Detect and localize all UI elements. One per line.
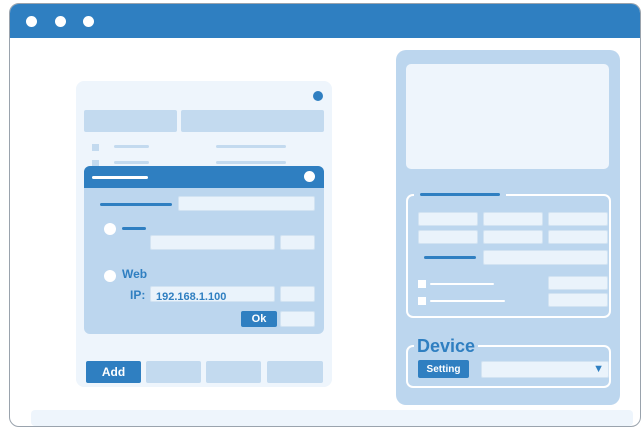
option-label <box>122 227 146 230</box>
dialog-titlebar <box>84 166 324 188</box>
grid-cell[interactable] <box>418 230 478 244</box>
grid-cell[interactable] <box>483 230 543 244</box>
toolbar-button[interactable] <box>206 361 261 383</box>
ip-label: IP: <box>130 288 146 302</box>
settings-field[interactable] <box>548 276 608 290</box>
section-label <box>100 203 172 206</box>
settings-field[interactable] <box>548 293 608 307</box>
settings-group-title-line <box>420 193 500 196</box>
status-bar <box>31 410 633 426</box>
setting-button[interactable]: Setting <box>418 360 469 378</box>
settings-checkbox-label <box>430 300 505 302</box>
cancel-field[interactable] <box>280 311 315 327</box>
ip-field-small[interactable] <box>280 286 315 302</box>
window-control-dot[interactable] <box>26 16 37 27</box>
list-item-text <box>216 145 286 148</box>
add-button[interactable]: Add <box>86 361 141 383</box>
grid-cell[interactable] <box>548 230 608 244</box>
list-item-text <box>216 161 286 164</box>
option-field[interactable] <box>150 235 275 250</box>
settings-checkbox[interactable] <box>418 297 426 305</box>
grid-cell[interactable] <box>548 212 608 226</box>
dialog-close-icon[interactable] <box>304 171 315 182</box>
name-field[interactable] <box>178 196 315 211</box>
toolbar-button[interactable] <box>146 361 201 383</box>
right-panel: Device Setting ▼ <box>396 50 620 405</box>
settings-checkbox[interactable] <box>418 280 426 288</box>
title-bar <box>10 4 640 38</box>
dialog-title <box>92 176 148 179</box>
tab-header-1[interactable] <box>84 110 177 132</box>
ip-input[interactable]: 192.168.1.100 <box>150 286 275 303</box>
settings-group-title <box>414 191 506 197</box>
option-radio[interactable] <box>104 223 116 235</box>
network-dialog: Web IP: 192.168.1.100 Ok <box>84 166 324 334</box>
settings-row-field[interactable] <box>483 250 608 265</box>
device-group-title: Device <box>414 336 479 356</box>
chevron-down-icon: ▼ <box>593 363 604 375</box>
option-field-small[interactable] <box>280 235 315 250</box>
ip-value: 192.168.1.100 <box>156 291 227 303</box>
list-checkbox[interactable] <box>92 144 99 151</box>
list-item-text <box>114 161 149 164</box>
window-control-dot[interactable] <box>55 16 66 27</box>
grid-cell[interactable] <box>418 212 478 226</box>
preview-area <box>406 64 609 169</box>
status-dot <box>313 91 323 101</box>
list-item-text <box>114 145 149 148</box>
web-radio[interactable] <box>104 270 116 282</box>
toolbar-button[interactable] <box>267 361 323 383</box>
tab-header-2[interactable] <box>181 110 324 132</box>
web-option-label: Web <box>122 267 148 281</box>
settings-row-label <box>424 256 476 259</box>
device-dropdown[interactable]: ▼ <box>481 361 609 378</box>
window-control-dot[interactable] <box>83 16 94 27</box>
ok-button[interactable]: Ok <box>241 311 277 327</box>
settings-checkbox-label <box>430 283 494 285</box>
app-window: Add Web IP: 192.168.1.100 Ok Device Sett… <box>9 3 641 427</box>
grid-cell[interactable] <box>483 212 543 226</box>
